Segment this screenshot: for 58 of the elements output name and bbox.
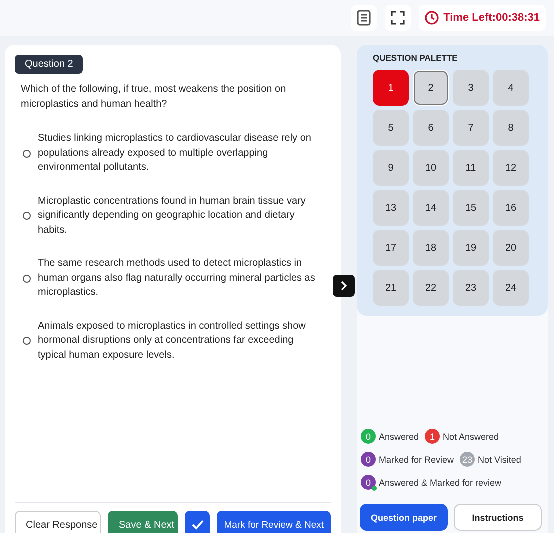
question-number-button[interactable]: 5 — [373, 110, 409, 146]
fullscreen-icon[interactable] — [384, 5, 411, 31]
action-button[interactable]: Mark for Review & Next — [217, 511, 331, 533]
question-number-button[interactable]: 16 — [493, 190, 529, 226]
question-number-button[interactable]: 17 — [373, 230, 409, 266]
check-button[interactable] — [185, 511, 210, 533]
question-number-button[interactable]: 18 — [413, 230, 449, 266]
radio-button[interactable] — [23, 212, 31, 220]
status-count: 1 — [425, 429, 440, 444]
status-count: 23 — [460, 452, 476, 467]
question-number-button[interactable]: 3 — [453, 70, 489, 106]
timer-text: Time Left:00:38:31 — [444, 12, 540, 24]
action-button[interactable]: Save & Next — [108, 511, 178, 533]
question-number-button[interactable]: 6 — [413, 110, 449, 146]
status-label: Answered & Marked for review — [379, 478, 502, 488]
question-number-button[interactable]: 13 — [373, 190, 409, 226]
status-count: 0 — [361, 452, 376, 467]
status-count: 0 — [361, 475, 376, 490]
question-number-badge: Question 2 — [15, 55, 84, 74]
option-text[interactable]: Animals exposed to microplastics in controlled settings show hormonal disruptions only at concentrations far exceeding typical human exposure levels. — [38, 320, 318, 363]
question-number-button[interactable]: 1 — [373, 70, 409, 106]
chevron-right-icon — [340, 281, 348, 291]
status-label: Not Visited — [478, 454, 522, 464]
radio-button[interactable] — [23, 337, 31, 346]
status-count: 0 — [361, 429, 376, 444]
notes-icon[interactable] — [350, 5, 377, 31]
status-label: Not Answered — [443, 432, 500, 442]
question-number-button[interactable]: 24 — [493, 270, 529, 306]
question-number-button[interactable]: 9 — [373, 150, 409, 186]
check-icon — [192, 520, 204, 530]
option-text[interactable]: Microplastic concentrations found in human brain tissue vary significantly depending on geographic location and dietary habits. — [38, 194, 318, 238]
option-text[interactable]: Studies linking microplastics to cardiovascular disease rely on populations already exposed to multiple overlapping environmental pollutants. — [38, 132, 318, 176]
radio-button[interactable] — [23, 150, 31, 158]
palette-title: QUESTION PALETTE — [373, 53, 459, 63]
question-number-button[interactable]: 4 — [493, 70, 529, 106]
panel-tab[interactable]: Question paper — [360, 504, 448, 531]
question-number-button[interactable]: 14 — [413, 190, 449, 226]
question-number-button[interactable]: 22 — [413, 270, 449, 306]
question-number-button[interactable]: 15 — [453, 190, 489, 226]
question-number-button[interactable]: 7 — [453, 110, 489, 146]
question-number-button[interactable]: 20 — [493, 230, 529, 266]
question-number-button[interactable]: 12 — [493, 150, 529, 186]
question-number-button[interactable]: 21 — [373, 270, 409, 306]
question-text: Which of the following, if true, most weakens the position on microplastics and human health? — [21, 83, 288, 112]
clock-icon — [424, 11, 439, 25]
panel-tab[interactable]: Instructions — [454, 504, 542, 531]
question-number-button[interactable]: 23 — [453, 270, 489, 306]
radio-button[interactable] — [23, 274, 31, 283]
question-number-button[interactable]: 19 — [453, 230, 489, 266]
action-button[interactable]: Clear Response — [15, 511, 101, 533]
option-text[interactable]: The same research methods used to detect microplastics in human organs also flag naturally occurring mineral particles as microplastics. — [38, 257, 318, 300]
question-number-button[interactable]: 10 — [413, 150, 449, 186]
status-label: Answered — [379, 432, 420, 442]
question-number-button[interactable]: 11 — [453, 150, 489, 186]
collapse-panel-button[interactable] — [333, 275, 355, 297]
question-number-button[interactable]: 8 — [493, 110, 529, 146]
status-label: Marked for Review — [379, 454, 454, 464]
question-number-button[interactable]: 2 — [413, 70, 449, 106]
